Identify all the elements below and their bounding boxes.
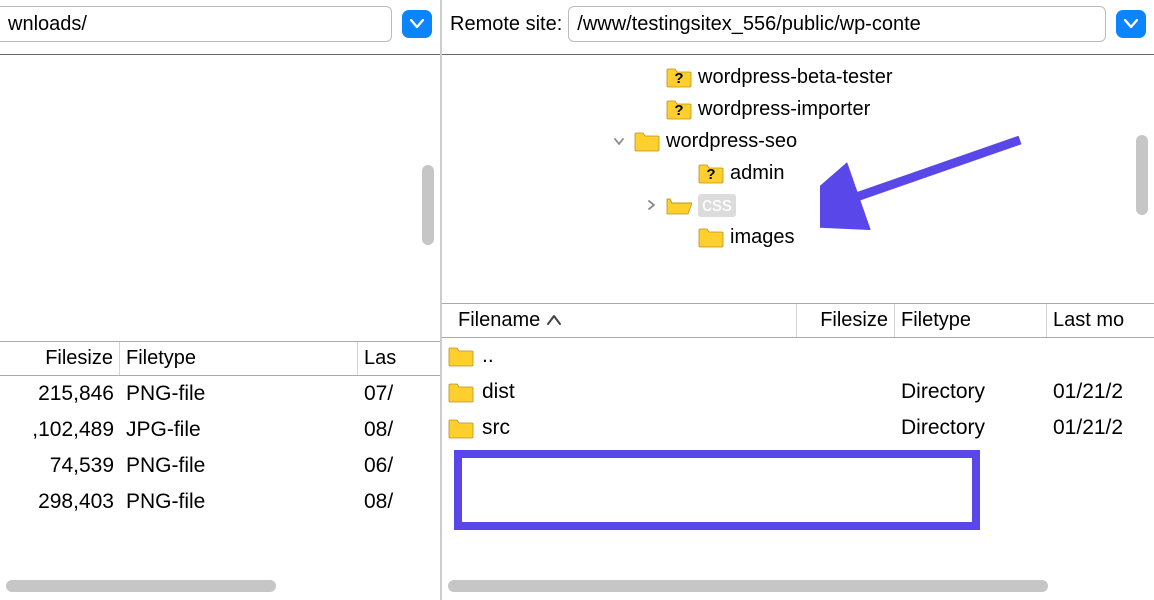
local-path-input[interactable] (8, 13, 383, 36)
tree-item[interactable]: ? admin (442, 157, 1154, 189)
folder-question-icon: ? (698, 162, 724, 184)
tree-item-label: admin (730, 162, 784, 185)
remote-site-bar: Remote site: (442, 0, 1154, 55)
list-item[interactable]: 215,846 PNG-file 07/ (0, 376, 440, 412)
list-item[interactable]: dist Directory01/21/2 (442, 374, 1154, 410)
filename-label: .. (482, 344, 494, 368)
filetype-label: Directory (895, 380, 1047, 404)
tree-item-label: wordpress-importer (698, 98, 870, 121)
svg-text:?: ? (674, 102, 683, 119)
filename-label: src (482, 416, 510, 440)
filename-label: dist (482, 380, 515, 404)
filetype-label: Directory (895, 416, 1047, 440)
tree-item[interactable]: ? wordpress-beta-tester (442, 61, 1154, 93)
tree-item[interactable]: wordpress-seo (442, 125, 1154, 157)
svg-text:?: ? (706, 166, 715, 183)
local-list-body[interactable]: 215,846 PNG-file 07/ ,102,489 JPG-file 0… (0, 376, 440, 576)
tree-item[interactable]: images (442, 221, 1154, 253)
local-site-bar (0, 0, 440, 55)
folder-icon (448, 381, 474, 403)
remote-list-body[interactable]: .. dist Directory01/21/2 src Directory01/21/… (442, 338, 1154, 576)
remote-path-field[interactable] (568, 6, 1106, 42)
local-horizontal-scrollbar[interactable] (6, 578, 434, 596)
folder-question-icon: ? (666, 66, 692, 88)
local-tree[interactable] (0, 55, 440, 342)
remote-horizontal-scrollbar[interactable] (448, 578, 1148, 596)
folder-icon (448, 417, 474, 439)
sort-asc-icon (546, 309, 562, 332)
list-item[interactable]: 74,539 PNG-file 06/ (0, 448, 440, 484)
tree-item-label: images (730, 226, 794, 249)
chevron-down-icon (1124, 13, 1138, 35)
list-item[interactable]: ,102,489 JPG-file 08/ (0, 412, 440, 448)
chevron-down-icon[interactable] (610, 135, 628, 147)
col-lastmod[interactable]: Last mo (1047, 304, 1154, 337)
remote-site-label: Remote site: (450, 13, 562, 36)
remote-path-dropdown-button[interactable] (1116, 10, 1146, 38)
tree-item-label: css (698, 194, 736, 217)
tree-item-label: wordpress-seo (666, 130, 797, 153)
col-filename[interactable]: Filename (442, 304, 797, 337)
list-item[interactable]: .. (442, 338, 1154, 374)
tree-item-label: wordpress-beta-tester (698, 66, 893, 89)
folder-question-icon: ? (666, 98, 692, 120)
date-label: 01/21/2 (1047, 380, 1154, 404)
remote-tree-scrollbar[interactable] (1136, 135, 1148, 215)
list-item[interactable]: src Directory01/21/2 (442, 410, 1154, 446)
list-item[interactable]: 298,403 PNG-file 08/ (0, 484, 440, 520)
tree-item[interactable]: css (442, 189, 1154, 221)
chevron-right-icon[interactable] (642, 199, 660, 211)
local-path-dropdown-button[interactable] (402, 10, 432, 38)
svg-text:?: ? (674, 70, 683, 87)
col-filesize[interactable]: Filesize (797, 304, 895, 337)
remote-path-input[interactable] (577, 13, 1097, 36)
local-path-field[interactable] (0, 6, 392, 42)
folder-icon (698, 226, 724, 248)
remote-tree[interactable]: ? wordpress-beta-tester? wordpress-importe… (442, 55, 1154, 304)
tree-item[interactable]: ? wordpress-importer (442, 93, 1154, 125)
folder-icon (634, 130, 660, 152)
col-lastmod[interactable]: Las (358, 342, 440, 375)
col-filesize[interactable]: Filesize (0, 342, 120, 375)
folder-open-icon (666, 194, 692, 216)
local-tree-scrollbar[interactable] (422, 165, 434, 245)
folder-icon (448, 345, 474, 367)
col-filetype[interactable]: Filetype (895, 304, 1047, 337)
remote-list-header[interactable]: Filename Filesize Filetype Last mo (442, 304, 1154, 338)
col-filetype[interactable]: Filetype (120, 342, 358, 375)
local-list-header[interactable]: Filesize Filetype Las (0, 342, 440, 376)
date-label: 01/21/2 (1047, 416, 1154, 440)
chevron-down-icon (410, 13, 424, 35)
